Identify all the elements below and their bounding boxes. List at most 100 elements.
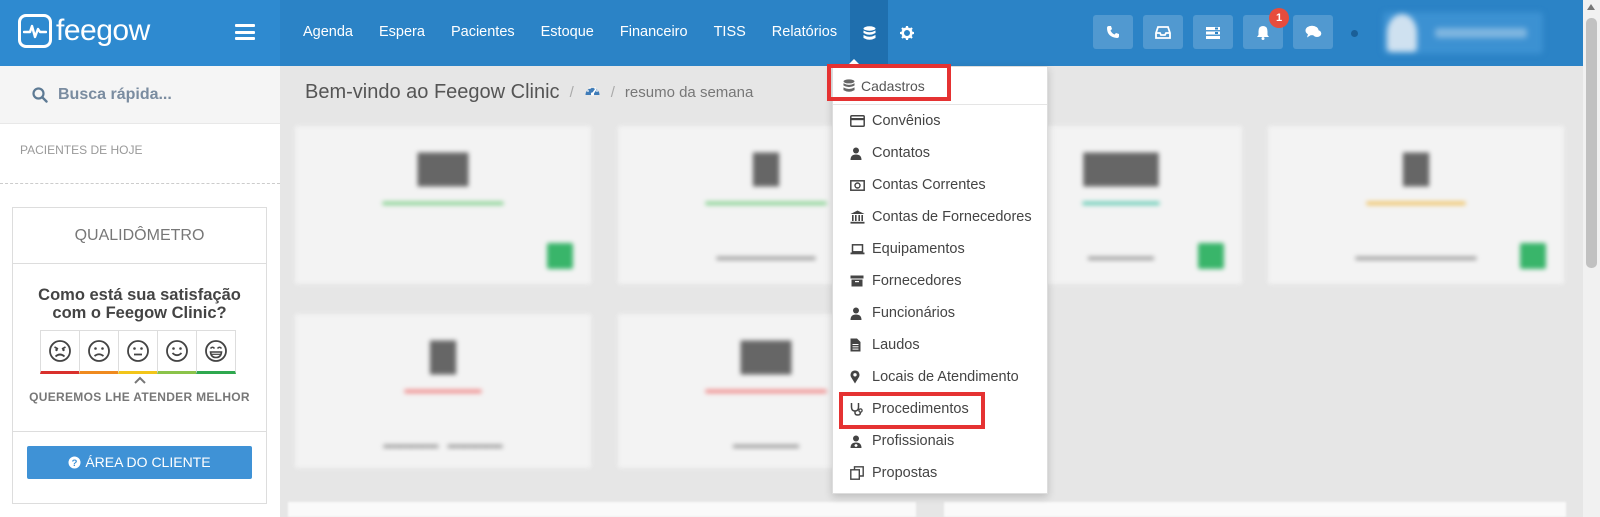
nav-espera[interactable]: Espera	[366, 0, 438, 66]
sidebar: Busca rápida... PACIENTES DE HOJE QUALID…	[0, 66, 280, 517]
dropdown-header: Cadastros	[833, 67, 1047, 105]
grin-face-icon[interactable]	[196, 330, 236, 374]
client-area-button[interactable]: ? ÁREA DO CLIENTE	[27, 446, 252, 479]
money-icon	[850, 179, 868, 191]
menu-item-equipamentos[interactable]: Equipamentos	[833, 233, 1047, 265]
archive-icon	[850, 275, 868, 287]
database-icon[interactable]	[850, 0, 889, 66]
chat-icon[interactable]	[1293, 15, 1333, 49]
menu-item-label: Locais de Atendimento	[872, 369, 1019, 385]
smile-face-icon[interactable]	[157, 330, 197, 374]
dashboard-panel	[944, 502, 1566, 517]
breadcrumb: Bem-vindo ao Feegow Clinic / / resumo da…	[305, 81, 753, 104]
menu-item-label: Contas Correntes	[872, 177, 986, 193]
laptop-icon	[850, 243, 868, 255]
nav-estoque[interactable]: Estoque	[528, 0, 607, 66]
nav-financeiro[interactable]: Financeiro	[607, 0, 701, 66]
stat-card-blurred: ▇ ▬▬▬▬▬▬▬▬▬ ▬▬▬▬▬▬▬▬▬▬▬	[1268, 126, 1564, 284]
nav-agenda[interactable]: Agenda	[290, 0, 366, 66]
menu-item-contas-correntes[interactable]: Contas Correntes	[833, 169, 1047, 201]
neutral-face-icon[interactable]	[118, 330, 158, 374]
chevron-up-icon	[13, 376, 266, 386]
top-navbar: feegow Agenda Espera Pacientes Estoque F…	[0, 0, 1600, 66]
inbox-icon[interactable]	[1143, 15, 1183, 49]
credit-card-icon	[850, 115, 868, 127]
menu-item-profissionais[interactable]: Profissionais	[833, 425, 1047, 457]
dropdown-caret	[847, 59, 861, 66]
user-md-icon	[850, 435, 868, 448]
client-area-label: ÁREA DO CLIENTE	[85, 454, 211, 470]
dropdown-header-label: Cadastros	[861, 77, 925, 94]
satisfaction-question: Como está sua satisfação com o Feegow Cl…	[13, 286, 266, 322]
menu-item-label: Funcionários	[872, 305, 956, 321]
brand-name: feegow	[56, 14, 150, 47]
question-line-1: Como está sua satisfação	[38, 286, 241, 304]
header-actions: 1	[1093, 8, 1343, 49]
page-title: Bem-vindo ao Feegow Clinic	[305, 81, 560, 103]
qualidometro-widget: QUALIDÔMETRO Como está sua satisfação co…	[12, 207, 267, 504]
phone-icon[interactable]	[1093, 15, 1133, 49]
divider	[13, 431, 266, 432]
online-status-dot	[1351, 30, 1358, 37]
scroll-up-arrow-icon[interactable]	[1587, 4, 1595, 10]
breadcrumb-current: resumo da semana	[624, 84, 754, 101]
dashboard-icon[interactable]	[584, 83, 601, 102]
page-scrollbar[interactable]	[1583, 0, 1600, 517]
nav-pacientes[interactable]: Pacientes	[438, 0, 528, 66]
menu-item-contatos[interactable]: Contatos	[833, 137, 1047, 169]
heartbeat-icon	[18, 14, 52, 48]
breadcrumb-separator: /	[569, 84, 574, 101]
nav-relatorios[interactable]: Relatórios	[759, 0, 850, 66]
menu-item-label: Fornecedores	[872, 273, 962, 289]
menu-item-label: Contatos	[872, 145, 931, 161]
question-circle-icon: ?	[68, 456, 81, 469]
main-nav: Agenda Espera Pacientes Estoque Financei…	[290, 0, 926, 66]
user-icon	[850, 307, 868, 320]
stethoscope-icon	[850, 402, 868, 416]
menu-item-contas-fornecedores[interactable]: Contas de Fornecedores	[833, 201, 1047, 233]
menu-toggle-icon[interactable]	[235, 24, 255, 40]
menu-item-label: Profissionais	[872, 433, 955, 449]
brand-area: feegow	[0, 0, 280, 66]
user-name-redacted	[1435, 28, 1527, 38]
menu-item-funcionarios[interactable]: Funcionários	[833, 297, 1047, 329]
menu-item-label: Procedimentos	[872, 401, 969, 417]
search-placeholder: Busca rápida...	[58, 85, 172, 103]
qualidometro-caption: QUEREMOS LHE ATENDER MELHOR	[29, 390, 250, 404]
queue-icon[interactable]	[1193, 15, 1233, 49]
gear-icon[interactable]	[888, 0, 926, 66]
scroll-thumb[interactable]	[1586, 18, 1597, 268]
avatar	[1387, 14, 1417, 52]
svg-text:?: ?	[72, 458, 78, 469]
menu-item-convenios[interactable]: Convênios	[833, 105, 1047, 137]
feegow-logo[interactable]: feegow	[18, 14, 150, 48]
angry-face-icon[interactable]	[40, 330, 80, 374]
search-icon	[32, 86, 48, 103]
breadcrumb-separator: /	[610, 84, 615, 101]
qualidometro-title: QUALIDÔMETRO	[13, 208, 266, 264]
menu-item-label: Convênios	[872, 113, 941, 129]
menu-item-fornecedores[interactable]: Fornecedores	[833, 265, 1047, 297]
menu-item-locais-atendimento[interactable]: Locais de Atendimento	[833, 361, 1047, 393]
quick-search[interactable]: Busca rápida...	[0, 66, 280, 124]
dashboard-panel	[288, 502, 916, 517]
map-marker-icon	[850, 370, 868, 384]
nav-tiss[interactable]: TISS	[701, 0, 759, 66]
menu-item-label: Laudos	[872, 337, 920, 353]
database-icon	[843, 78, 859, 93]
menu-item-label: Propostas	[872, 465, 938, 481]
rating-faces	[40, 330, 266, 374]
bell-icon[interactable]: 1	[1243, 8, 1289, 49]
bank-icon	[850, 210, 868, 224]
cadastros-dropdown: Cadastros Convênios Contatos Contas Corr…	[832, 66, 1048, 494]
menu-item-procedimentos[interactable]: Procedimentos	[833, 393, 1047, 425]
notification-badge: 1	[1269, 8, 1289, 28]
copy-icon	[850, 466, 868, 480]
frown-face-icon[interactable]	[79, 330, 119, 374]
menu-item-label: Contas de Fornecedores	[872, 209, 1032, 225]
menu-item-label: Equipamentos	[872, 241, 965, 257]
user-menu[interactable]	[1383, 12, 1543, 54]
question-line-2: com o Feegow Clinic?	[52, 304, 227, 322]
menu-item-laudos[interactable]: Laudos	[833, 329, 1047, 361]
menu-item-propostas[interactable]: Propostas	[833, 457, 1047, 489]
